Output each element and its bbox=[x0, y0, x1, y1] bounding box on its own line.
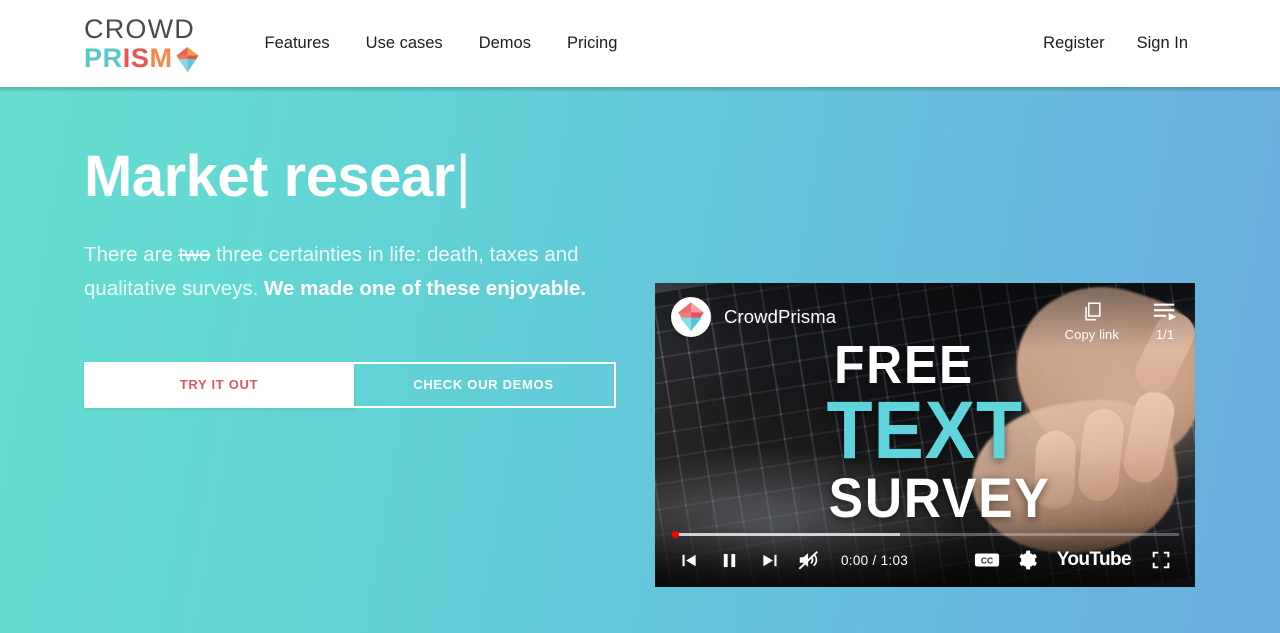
copy-link-label: Copy link bbox=[1064, 327, 1119, 342]
channel-name: CrowdPrisma bbox=[724, 306, 837, 327]
next-track-icon bbox=[762, 554, 776, 566]
mute-button[interactable] bbox=[789, 543, 829, 577]
playlist-icon bbox=[1153, 303, 1177, 321]
nav-link-register[interactable]: Register bbox=[1043, 34, 1104, 53]
settings-button[interactable] bbox=[1007, 543, 1047, 577]
prism-gem-icon bbox=[176, 46, 199, 72]
progress-scrubber-handle[interactable] bbox=[672, 531, 680, 538]
hero-title: Market resear| bbox=[84, 144, 644, 209]
svg-text:CC: CC bbox=[981, 555, 993, 565]
video-right-controls: CC YouTube bbox=[967, 543, 1181, 577]
hero-section: Market resear| There are two three certa… bbox=[0, 87, 1280, 633]
subtitle-bold: We made one of these enjoyable. bbox=[264, 276, 587, 300]
main-navigation: Features Use cases Demos Pricing bbox=[265, 34, 618, 53]
playlist-indicator[interactable]: 1/1 bbox=[1153, 300, 1177, 342]
hero-cta-group: TRY IT OUT CHECK OUR DEMOS bbox=[84, 361, 644, 408]
fullscreen-button[interactable] bbox=[1141, 543, 1181, 577]
nav-link-demos[interactable]: Demos bbox=[479, 34, 531, 53]
video-timestamp: 0:00 / 1:03 bbox=[841, 552, 909, 568]
hero-title-text: Market resear bbox=[84, 144, 455, 209]
subtitle-before: There are bbox=[84, 242, 179, 266]
next-track-button[interactable] bbox=[749, 543, 789, 577]
logo-letter-p: P bbox=[84, 42, 103, 73]
closed-captions-icon: CC bbox=[974, 553, 999, 567]
nav-link-sign-in[interactable]: Sign In bbox=[1137, 34, 1188, 53]
fullscreen-icon bbox=[1152, 551, 1170, 569]
check-our-demos-button[interactable]: CHECK OUR DEMOS bbox=[351, 361, 616, 408]
copy-link-button[interactable]: Copy link bbox=[1065, 300, 1119, 342]
nav-link-pricing[interactable]: Pricing bbox=[567, 34, 617, 53]
progress-buffered bbox=[672, 533, 901, 536]
previous-track-icon bbox=[682, 554, 696, 566]
youtube-watermark[interactable]: YouTube bbox=[1047, 549, 1141, 571]
hero-subtitle: There are two three certainties in life:… bbox=[84, 238, 604, 306]
try-it-out-button[interactable]: TRY IT OUT bbox=[84, 361, 354, 408]
channel-avatar bbox=[671, 297, 711, 337]
typing-caret: | bbox=[455, 144, 471, 209]
gear-icon bbox=[1019, 550, 1037, 570]
playlist-count: 1/1 bbox=[1155, 327, 1175, 342]
nav-link-use-cases[interactable]: Use cases bbox=[366, 34, 443, 53]
site-header: CROWD P R I S M Features Use cases Demos… bbox=[0, 0, 1280, 87]
hero-copy-block: Market resear| There are two three certa… bbox=[84, 144, 644, 408]
volume-muted-icon bbox=[798, 550, 818, 570]
youtube-video-player[interactable]: FREE TEXT SURVEY CrowdPrisma Copy link 1… bbox=[655, 283, 1195, 587]
pause-button[interactable] bbox=[709, 543, 749, 577]
previous-track-button[interactable] bbox=[669, 543, 709, 577]
video-header-actions: Copy link 1/1 bbox=[1065, 297, 1177, 342]
logo-letter-m: M bbox=[149, 42, 173, 73]
logo-text-prisma: P R I S M bbox=[84, 42, 199, 73]
account-navigation: Register Sign In bbox=[1043, 34, 1188, 53]
subtitle-struck-word: two bbox=[178, 242, 211, 266]
video-header-bar: CrowdPrisma Copy link 1/1 bbox=[655, 283, 1195, 355]
pause-icon bbox=[723, 553, 735, 567]
channel-info[interactable]: CrowdPrisma bbox=[671, 297, 836, 337]
logo-text-crowd: CROWD bbox=[84, 13, 195, 44]
logo-letter-s: S bbox=[130, 42, 150, 73]
brand-logo[interactable]: CROWD P R I S M bbox=[84, 13, 199, 73]
logo-letter-i: I bbox=[122, 42, 131, 73]
logo-letter-r: R bbox=[102, 42, 123, 73]
video-control-bar: 0:00 / 1:03 CC YouTube bbox=[655, 525, 1195, 587]
copy-icon bbox=[1085, 302, 1101, 321]
video-progress-bar[interactable] bbox=[672, 531, 1179, 538]
captions-button[interactable]: CC bbox=[967, 543, 1007, 577]
nav-link-features[interactable]: Features bbox=[265, 34, 330, 53]
prism-gem-avatar-icon bbox=[678, 302, 704, 332]
